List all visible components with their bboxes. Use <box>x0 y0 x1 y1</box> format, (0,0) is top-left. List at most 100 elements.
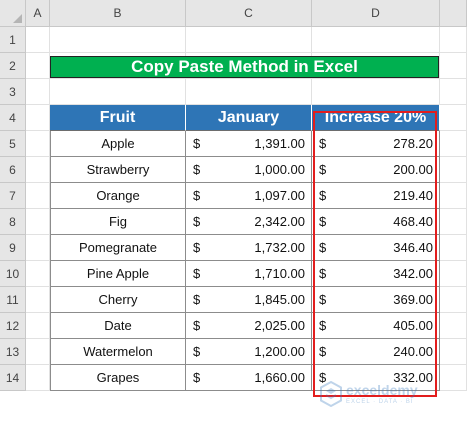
grid-cell[interactable] <box>312 79 440 105</box>
grid-cell[interactable] <box>440 79 467 105</box>
row-header-1[interactable]: 1 <box>0 27 26 53</box>
column-header-b[interactable]: B <box>50 0 186 27</box>
sheet-title: Copy Paste Method in Excel <box>50 56 439 78</box>
row-header-8[interactable]: 8 <box>0 209 26 235</box>
increase-cell[interactable]: $405.00 <box>312 313 440 339</box>
grid-cell[interactable] <box>440 131 467 157</box>
january-amount: 1,845.00 <box>254 292 305 307</box>
grid-cell[interactable] <box>440 105 467 131</box>
grid-cell[interactable] <box>440 313 467 339</box>
grid-cell[interactable] <box>440 53 467 79</box>
grid-cell[interactable] <box>440 261 467 287</box>
column-header-label: C <box>244 6 253 20</box>
row-header-9[interactable]: 9 <box>0 235 26 261</box>
increase-cell[interactable]: $240.00 <box>312 339 440 365</box>
fruit-name: Pine Apple <box>86 266 150 281</box>
select-all-triangle-icon <box>13 14 22 23</box>
increase-currency: $ <box>319 292 327 307</box>
fruit-cell[interactable]: Strawberry <box>50 157 186 183</box>
fruit-cell[interactable]: Pine Apple <box>50 261 186 287</box>
grid-cell[interactable] <box>440 27 467 53</box>
grid-cell[interactable] <box>440 183 467 209</box>
row-header-13[interactable]: 13 <box>0 339 26 365</box>
fruit-cell[interactable]: Watermelon <box>50 339 186 365</box>
row-header-11[interactable]: 11 <box>0 287 26 313</box>
increase-cell[interactable]: $342.00 <box>312 261 440 287</box>
grid-cell[interactable] <box>312 27 440 53</box>
fruit-name: Orange <box>96 188 140 203</box>
row-header-6[interactable]: 6 <box>0 157 26 183</box>
increase-cell[interactable]: $369.00 <box>312 287 440 313</box>
january-cell[interactable]: $1,845.00 <box>186 287 312 313</box>
fruit-cell[interactable]: Date <box>50 313 186 339</box>
grid-cell[interactable] <box>26 157 50 183</box>
grid-cell[interactable] <box>26 105 50 131</box>
grid-cell[interactable] <box>186 79 312 105</box>
row-header-7[interactable]: 7 <box>0 183 26 209</box>
grid-cell[interactable] <box>26 261 50 287</box>
row-header-14[interactable]: 14 <box>0 365 26 391</box>
row-header-2[interactable]: 2 <box>0 53 26 79</box>
grid-cell[interactable] <box>50 27 186 53</box>
fruit-cell[interactable]: Pomegranate <box>50 235 186 261</box>
increase-cell[interactable]: $332.00 <box>312 365 440 391</box>
grid-cell[interactable] <box>26 339 50 365</box>
grid-cell[interactable] <box>50 79 186 105</box>
grid-cell[interactable] <box>26 131 50 157</box>
grid-cell[interactable] <box>26 53 50 79</box>
fruit-cell[interactable]: Cherry <box>50 287 186 313</box>
grid-cell[interactable] <box>440 209 467 235</box>
row-header-label: 6 <box>9 162 16 177</box>
column-header-c[interactable]: C <box>186 0 312 27</box>
grid-cell[interactable] <box>26 27 50 53</box>
fruit-cell[interactable]: Apple <box>50 131 186 157</box>
fruit-cell[interactable]: Orange <box>50 183 186 209</box>
january-amount: 1,710.00 <box>254 266 305 281</box>
january-cell[interactable]: $2,342.00 <box>186 209 312 235</box>
january-currency: $ <box>193 240 201 255</box>
grid-cell[interactable] <box>26 313 50 339</box>
increase-cell[interactable]: $200.00 <box>312 157 440 183</box>
increase-cell[interactable]: $346.40 <box>312 235 440 261</box>
grid-cell[interactable] <box>440 235 467 261</box>
january-cell[interactable]: $1,710.00 <box>186 261 312 287</box>
increase-cell[interactable]: $468.40 <box>312 209 440 235</box>
row-header-5[interactable]: 5 <box>0 131 26 157</box>
column-header-d[interactable]: D <box>312 0 440 27</box>
grid-cell[interactable] <box>26 365 50 391</box>
increase-amount: 219.40 <box>393 188 433 203</box>
grid-cell[interactable] <box>26 209 50 235</box>
grid-cell[interactable] <box>440 365 467 391</box>
january-cell[interactable]: $1,660.00 <box>186 365 312 391</box>
grid-cell[interactable] <box>186 27 312 53</box>
grid-cell[interactable] <box>26 183 50 209</box>
column-header-a[interactable]: A <box>26 0 50 27</box>
january-cell[interactable]: $1,391.00 <box>186 131 312 157</box>
select-all-corner[interactable] <box>0 0 26 27</box>
grid-cell[interactable] <box>26 79 50 105</box>
header-january[interactable]: January <box>186 105 312 131</box>
header-fruit[interactable]: Fruit <box>50 105 186 131</box>
increase-cell[interactable]: $219.40 <box>312 183 440 209</box>
grid-cell[interactable] <box>440 339 467 365</box>
fruit-cell[interactable]: Grapes <box>50 365 186 391</box>
row-header-3[interactable]: 3 <box>0 79 26 105</box>
grid-cell[interactable] <box>440 287 467 313</box>
january-cell[interactable]: $2,025.00 <box>186 313 312 339</box>
grid-cell[interactable] <box>440 157 467 183</box>
january-cell[interactable]: $1,000.00 <box>186 157 312 183</box>
grid-cell[interactable] <box>26 287 50 313</box>
january-currency: $ <box>193 188 201 203</box>
increase-cell[interactable]: $278.20 <box>312 131 440 157</box>
january-cell[interactable]: $1,200.00 <box>186 339 312 365</box>
row-header-12[interactable]: 12 <box>0 313 26 339</box>
row-header-10[interactable]: 10 <box>0 261 26 287</box>
fruit-cell[interactable]: Fig <box>50 209 186 235</box>
january-cell[interactable]: $1,097.00 <box>186 183 312 209</box>
row-header-4[interactable]: 4 <box>0 105 26 131</box>
row-header-label: 3 <box>9 84 16 99</box>
header-increase[interactable]: Increase 20% <box>312 105 440 131</box>
january-cell[interactable]: $1,732.00 <box>186 235 312 261</box>
grid-cell[interactable] <box>26 235 50 261</box>
row-header-label: 8 <box>9 214 16 229</box>
